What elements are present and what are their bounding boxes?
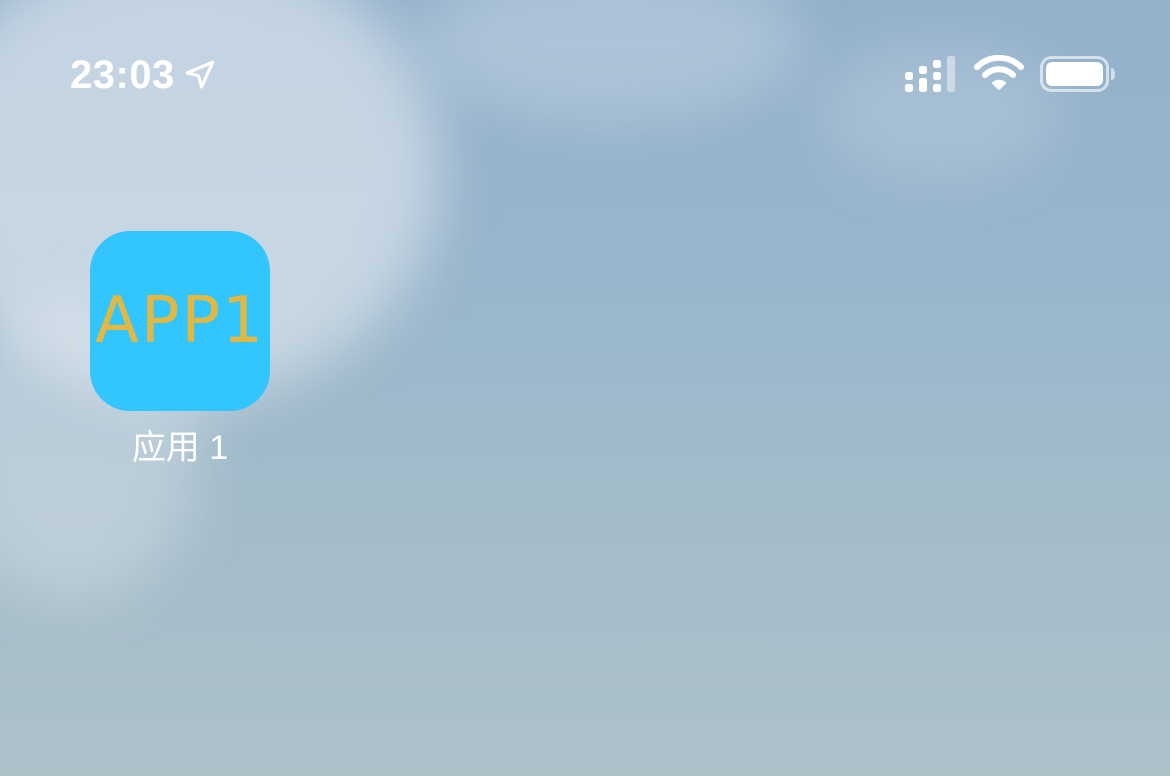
app-icon-text: APP1: [95, 284, 265, 358]
app-label[interactable]: 应用 1: [80, 428, 280, 468]
battery-icon: [1040, 56, 1115, 92]
status-time: 23:03: [70, 53, 175, 97]
wifi-icon: [974, 54, 1024, 90]
time-group: 23:03: [70, 50, 217, 100]
cellular-signal-icon: [905, 56, 955, 92]
status-bar: 23:03: [0, 0, 1170, 150]
location-arrow-icon: [185, 60, 215, 89]
app-icon-app1[interactable]: APP1: [90, 231, 270, 411]
